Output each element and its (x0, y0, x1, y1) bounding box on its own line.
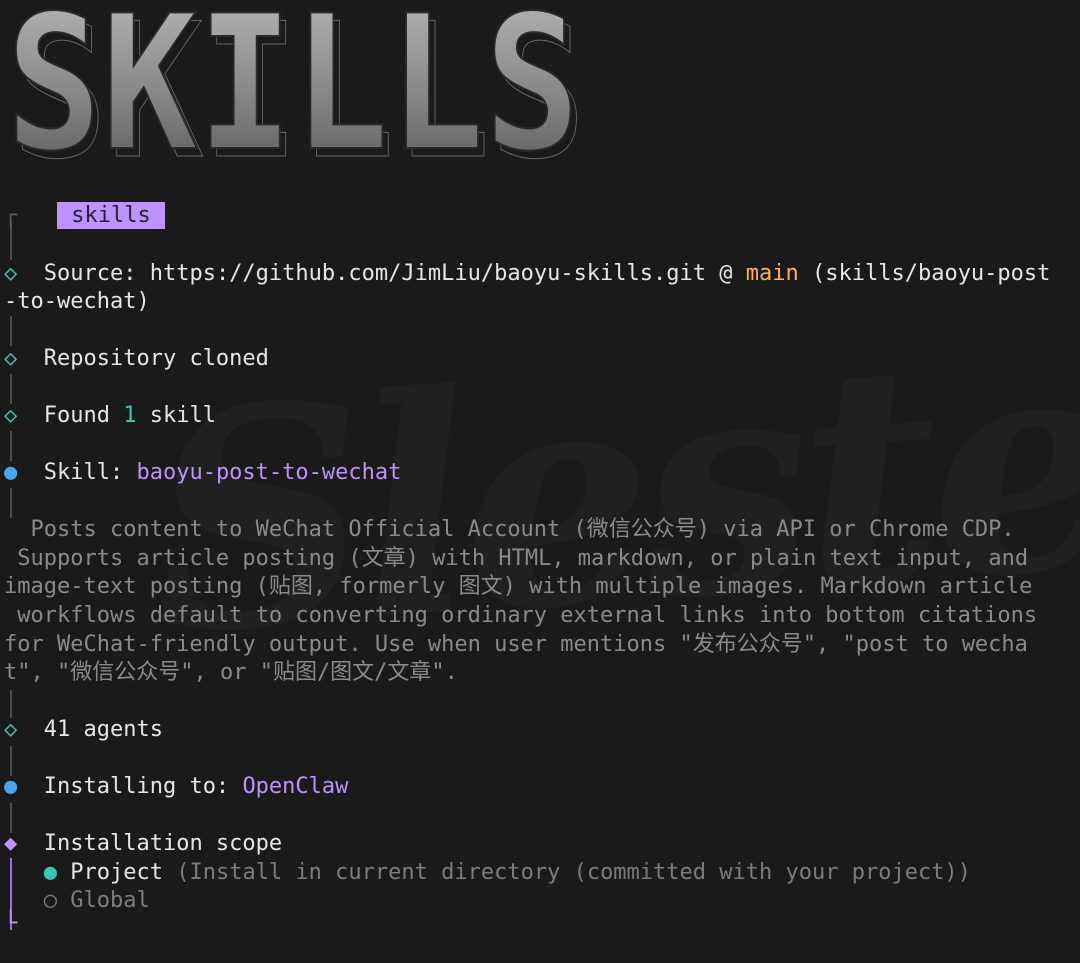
agents-text: 41 agents (43, 717, 163, 742)
header-row: ┌ skills (4, 202, 1078, 231)
source-at: @ (706, 261, 746, 286)
active-dot-icon: ● (4, 774, 18, 799)
done-diamond-icon: ◇ (4, 261, 18, 286)
found-post: skill (136, 403, 216, 428)
installing-label: Installing to: (43, 774, 243, 799)
cloned-text: Repository cloned (43, 346, 269, 371)
description-line: workflows default to converting ordinary… (4, 603, 1038, 628)
source-path: (skills/baoyu-post (798, 261, 1051, 286)
source-path-cont: -to-wechat) (4, 289, 150, 314)
skill-label: Skill: (43, 460, 137, 485)
source-row-wrap: -to-wechat) (4, 288, 1078, 317)
skills-tag: skills (57, 202, 165, 229)
cloned-row: ◇ Repository cloned (4, 345, 1078, 374)
source-branch: main (745, 261, 799, 286)
footer-row: └ (4, 910, 1078, 939)
agents-row: ◇ 41 agents (4, 716, 1078, 745)
option-label[interactable]: Project (70, 860, 163, 885)
scope-option-project[interactable]: ● Project (Install in current directory … (4, 859, 1078, 888)
radio-selected-icon[interactable]: ● (44, 860, 57, 885)
gutter-line (10, 746, 12, 776)
gutter-line (10, 488, 12, 518)
option-hint: (Install in current directory (committed… (176, 860, 971, 885)
skill-row: ● Skill: baoyu-post-to-wechat (4, 459, 1078, 488)
gutter-line (10, 316, 12, 346)
corner-top-icon: ┌ (4, 203, 18, 228)
description-line: Supports article posting (文章) with HTML,… (4, 546, 1029, 571)
done-diamond-icon: ◇ (4, 346, 18, 371)
done-diamond-icon: ◇ (4, 717, 18, 742)
source-url[interactable]: https://github.com/JimLiu/baoyu-skills.g… (150, 261, 706, 286)
prompt-diamond-icon: ◆ (4, 831, 18, 856)
installing-row: ● Installing to: OpenClaw (4, 773, 1078, 802)
gutter-line (10, 374, 12, 404)
found-row: ◇ Found 1 skill (4, 402, 1078, 431)
source-label: Source: (43, 261, 150, 286)
skills-banner: SKILLS SKILLS (5, 0, 587, 170)
banner-text: SKILLS (6, 0, 580, 170)
description-line: Posts content to WeChat Official Account… (4, 517, 1015, 542)
skill-name: baoyu-post-to-wechat (136, 460, 402, 485)
scope-title: Installation scope (43, 831, 283, 856)
description-line: t", "微信公众号", or "贴图/图文/文章". (4, 660, 458, 685)
gutter-line (10, 690, 12, 718)
found-count: 1 (123, 403, 137, 428)
gutter-line (10, 431, 12, 461)
description-line: image-text posting (贴图, formerly 图文) wit… (4, 574, 1033, 599)
description-line: for WeChat-friendly output. Use when use… (4, 632, 1028, 657)
done-diamond-icon: ◇ (4, 403, 18, 428)
corner-bottom-icon: └ (4, 911, 18, 936)
scope-row: ◆ Installation scope (4, 830, 1078, 859)
source-row: ◇ Source: https://github.com/JimLiu/baoy… (4, 260, 1078, 289)
gutter-line (10, 803, 12, 833)
active-dot-icon: ● (4, 460, 18, 485)
installing-target: OpenClaw (242, 774, 349, 799)
found-pre: Found (43, 403, 124, 428)
